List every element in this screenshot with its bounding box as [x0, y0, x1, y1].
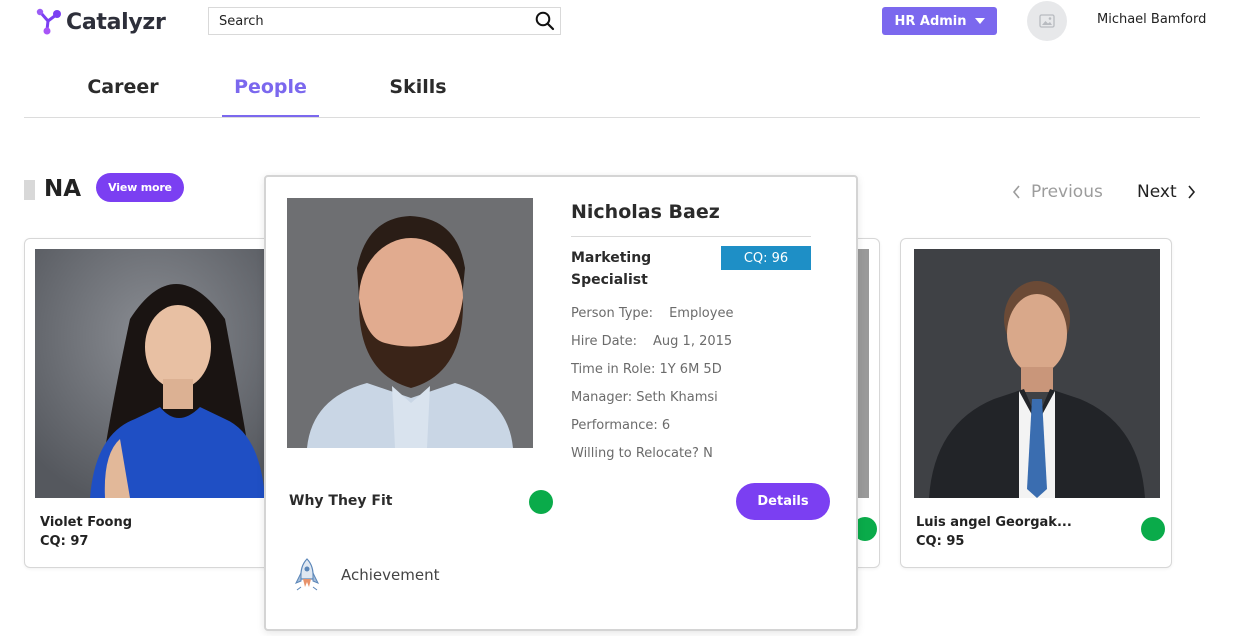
- achievement-label: Achievement: [341, 566, 440, 584]
- chevron-down-icon: [974, 18, 985, 24]
- details-button[interactable]: Details: [736, 483, 830, 520]
- tab-career[interactable]: Career: [79, 76, 167, 117]
- person-type-label: Person Type:: [571, 306, 654, 321]
- hire-date-row: Hire Date: Aug 1, 2015: [571, 334, 732, 349]
- role-dropdown-button[interactable]: HR Admin: [882, 7, 997, 35]
- role-label: HR Admin: [894, 13, 967, 29]
- section-title: NA: [44, 176, 82, 202]
- view-more-button[interactable]: View more: [96, 173, 184, 202]
- why-they-fit-label: Why They Fit: [289, 493, 393, 509]
- person-card[interactable]: Violet Foong CQ: 97: [24, 238, 284, 568]
- person-detail-popup: Nicholas Baez Marketing Specialist CQ: 9…: [264, 175, 858, 631]
- search-icon[interactable]: [530, 8, 560, 34]
- hire-date-label: Hire Date:: [571, 334, 638, 349]
- previous-button[interactable]: Previous: [1012, 182, 1103, 202]
- person-photo: [914, 249, 1160, 498]
- app-name: Catalyzr: [66, 9, 166, 35]
- person-photo: [857, 249, 869, 498]
- avatar[interactable]: [1027, 1, 1067, 41]
- user-name[interactable]: Michael Bamford: [1097, 12, 1206, 27]
- tab-skills[interactable]: Skills: [374, 76, 462, 117]
- logo-mark-icon: [34, 7, 64, 37]
- image-placeholder-icon: [1039, 14, 1055, 28]
- section-marker: [24, 180, 35, 200]
- divider: [571, 236, 811, 237]
- manager: Manager: Seth Khamsi: [571, 390, 718, 405]
- willing-to-relocate: Willing to Relocate? N: [571, 446, 713, 461]
- person-card[interactable]: Luis angel Georgak... CQ: 95: [900, 238, 1172, 568]
- person-name: Violet Foong: [40, 515, 133, 530]
- person-photo: [35, 249, 271, 498]
- popup-job-title: Marketing Specialist: [571, 250, 652, 288]
- search-box: [208, 7, 561, 35]
- app-logo[interactable]: Catalyzr: [34, 6, 166, 38]
- next-label: Next: [1137, 182, 1177, 202]
- chevron-right-icon: [1187, 185, 1195, 199]
- tab-people[interactable]: People: [222, 76, 319, 117]
- next-button[interactable]: Next: [1137, 182, 1196, 202]
- cq-badge: CQ: 96: [721, 246, 811, 270]
- performance: Performance: 6: [571, 418, 671, 433]
- popup-person-name: Nicholas Baez: [571, 201, 720, 223]
- hire-date-value: Aug 1, 2015: [653, 334, 733, 349]
- person-photo: [287, 198, 533, 448]
- person-type-row: Person Type: Employee: [571, 306, 733, 321]
- person-type-value: Employee: [669, 306, 734, 321]
- previous-label: Previous: [1031, 182, 1103, 202]
- time-in-role: Time in Role: 1Y 6M 5D: [571, 362, 722, 377]
- person-cq: CQ: 95: [916, 534, 965, 549]
- main-tabs: Career People Skills: [24, 70, 1200, 118]
- person-name: Luis angel Georgak...: [916, 515, 1072, 530]
- search-input[interactable]: [209, 8, 530, 34]
- rocket-icon: [293, 557, 321, 593]
- chevron-left-icon: [1012, 185, 1020, 199]
- status-indicator: [1141, 517, 1165, 541]
- person-cq: CQ: 97: [40, 534, 89, 549]
- status-indicator: [529, 490, 553, 514]
